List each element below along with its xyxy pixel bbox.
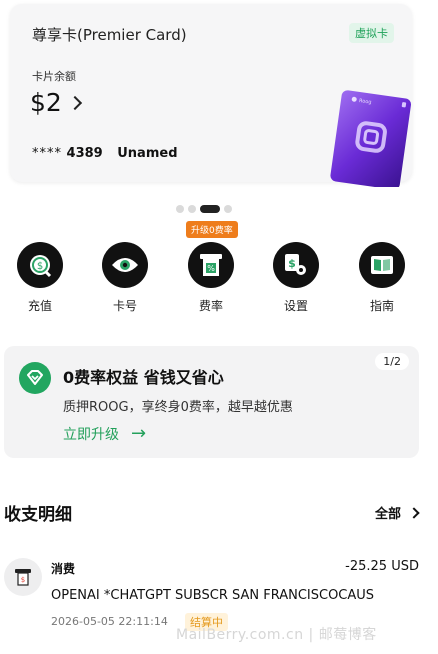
- fee-rate-icon: %: [188, 242, 234, 288]
- transaction-time: 2026-05-05 22:11:14: [51, 615, 168, 628]
- pager-dot[interactable]: [224, 205, 232, 213]
- promo-page-indicator: 1/2: [375, 353, 409, 370]
- pager-dot[interactable]: [176, 205, 184, 213]
- svg-text:$: $: [21, 576, 25, 584]
- svg-text:$: $: [37, 261, 43, 272]
- promo-title: 0费率权益 省钱又省心: [63, 368, 224, 387]
- upgrade-now-label: 立即升级: [63, 426, 119, 443]
- upgrade-zero-fee-tag: 升级0费率: [186, 221, 238, 238]
- card-title: 尊享卡(Premier Card): [32, 26, 187, 44]
- card-number-button[interactable]: 卡号: [95, 242, 155, 314]
- carousel-pager: [176, 205, 232, 213]
- upgrade-now-link[interactable]: 立即升级 →: [63, 423, 146, 444]
- card-last4: 4389: [66, 146, 103, 161]
- guide-book-icon: [359, 242, 405, 288]
- pager-dot[interactable]: [188, 205, 196, 213]
- virtual-card-badge: 虚拟卡: [349, 23, 394, 43]
- watermark-text: MailBerry.com.cn | 邮莓博客: [176, 627, 377, 643]
- settings-label: 设置: [283, 299, 308, 313]
- receipt-icon: $: [4, 558, 42, 596]
- transactions-header: 收支明细: [4, 505, 72, 525]
- guide-button[interactable]: 指南: [352, 242, 412, 314]
- card-number-label: 卡号: [112, 299, 137, 313]
- action-row: $ 充值 卡号 % 费率 $ 设置 指南: [0, 242, 438, 318]
- balance-value: $2: [30, 88, 62, 117]
- settings-icon: $: [273, 242, 319, 288]
- card-number: **** 4389 Unamed: [32, 146, 178, 161]
- zero-fee-promo-panel[interactable]: 0费率权益 省钱又省心 1/2 质押ROOG，享终身0费率，越早越优惠 立即升级…: [4, 346, 419, 458]
- fee-rate-button[interactable]: % 费率: [181, 242, 241, 314]
- recharge-button[interactable]: $ 充值: [10, 242, 70, 314]
- recharge-icon: $: [17, 242, 63, 288]
- card-image: Roog: [330, 90, 412, 187]
- arrow-right-icon: →: [131, 423, 147, 444]
- svg-text:$: $: [288, 257, 296, 270]
- recharge-label: 充值: [27, 299, 52, 313]
- balance-row[interactable]: $2: [30, 88, 82, 117]
- pager-dot[interactable]: [200, 205, 220, 213]
- balance-label: 卡片余额: [32, 70, 76, 83]
- fee-rate-label: 费率: [198, 299, 223, 313]
- transaction-type: 消费: [51, 562, 76, 576]
- chevron-right-icon: [408, 506, 420, 519]
- card-number-mask: ****: [32, 146, 62, 161]
- diamond-heart-icon: [19, 362, 51, 394]
- card-holder: Unamed: [117, 146, 178, 161]
- settings-button[interactable]: $ 设置: [266, 242, 326, 314]
- view-all-label: 全部: [374, 507, 401, 522]
- view-all-link[interactable]: 全部: [374, 503, 420, 522]
- transaction-merchant: OPENAI *CHATGPT SUBSCR SAN FRANCISCOCAUS: [51, 588, 375, 603]
- promo-description: 质押ROOG，享终身0费率，越早越优惠: [63, 400, 293, 415]
- transaction-amount: -25.25 USD: [345, 559, 419, 574]
- chevron-right-icon: [67, 95, 82, 110]
- guide-label: 指南: [369, 299, 394, 313]
- eye-icon: [102, 242, 148, 288]
- svg-text:%: %: [207, 264, 215, 273]
